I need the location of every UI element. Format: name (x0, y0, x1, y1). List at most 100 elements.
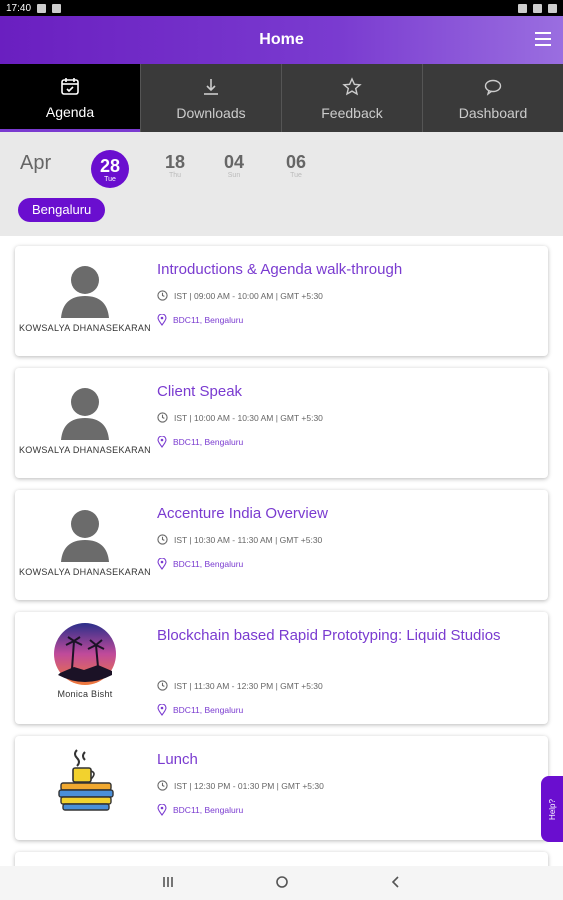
avatar-placeholder-icon (55, 260, 115, 320)
session-title[interactable]: Accenture India Overview (157, 502, 538, 525)
tab-label: Feedback (321, 105, 383, 121)
speaker-name: KOWSALYA DHANASEKARAN (18, 445, 151, 455)
session-location: BDC11, Bengaluru (157, 804, 243, 816)
speaker-panel: KOWSALYA DHANASEKARAN (15, 246, 155, 356)
session-time: IST | 09:00 AM - 10:00 AM | GMT +5:30 (157, 290, 323, 301)
session-title[interactable]: Introductions & Agenda walk-through (157, 258, 538, 281)
home-icon[interactable] (275, 875, 289, 892)
date-number: 06 (285, 152, 307, 172)
speaker-panel (15, 736, 155, 840)
session-location: BDC11, Bengaluru (157, 314, 243, 326)
session-time: IST | 10:30 AM - 11:30 AM | GMT +5:30 (157, 534, 322, 545)
session-title[interactable]: Client Speak (157, 380, 538, 403)
month-label: Apr (20, 152, 52, 174)
help-button[interactable]: Help? (541, 776, 563, 842)
avatar (54, 623, 116, 685)
date-item-04[interactable]: 04 Sun (215, 152, 253, 190)
tab-downloads[interactable]: Downloads (140, 64, 281, 132)
tab-dashboard[interactable]: Dashboard (422, 64, 563, 132)
date-number: 18 (164, 152, 186, 172)
clock-icon (157, 780, 168, 791)
date-number: 04 (223, 152, 245, 172)
signal-icon (533, 3, 542, 13)
location-pin-icon (157, 804, 167, 816)
tab-feedback[interactable]: Feedback (281, 64, 422, 132)
location-pin-icon (157, 558, 167, 570)
app-bar: Home (0, 16, 563, 64)
date-number: 28 (99, 155, 121, 176)
speaker-name: KOWSALYA DHANASEKARAN (18, 567, 151, 577)
tab-label: Dashboard (458, 105, 528, 121)
clock-icon (157, 290, 168, 301)
session-location-text: BDC11, Bengaluru (173, 705, 244, 715)
clock-icon (157, 412, 168, 423)
session-time-text: IST | 10:00 AM - 10:30 AM | GMT +5:30 (174, 412, 323, 423)
date-weekday: Tue (290, 172, 302, 179)
session-card[interactable]: KOWSALYA DHANASEKARAN Introductions & Ag… (15, 246, 548, 356)
clock-icon (157, 534, 168, 545)
date-item-18[interactable]: 18 Thu (156, 152, 194, 190)
session-card[interactable]: Monica Bisht Blockchain based Rapid Prot… (15, 612, 548, 724)
battery-icon (548, 3, 557, 13)
star-icon (342, 75, 362, 99)
system-nav-bar (0, 866, 563, 900)
session-time-text: IST | 10:30 AM - 11:30 AM | GMT +5:30 (174, 534, 323, 545)
session-location: BDC11, Bengaluru (157, 558, 243, 570)
session-card[interactable] (15, 852, 548, 866)
session-time-text: IST | 11:30 AM - 12:30 PM | GMT +5:30 (174, 680, 323, 691)
session-card[interactable]: KOWSALYA DHANASEKARAN Accenture India Ov… (15, 490, 548, 600)
date-weekday: Tue (104, 175, 116, 183)
recent-apps-icon[interactable] (161, 875, 175, 892)
session-list: KOWSALYA DHANASEKARAN Introductions & Ag… (0, 236, 563, 866)
session-location-text: BDC11, Bengaluru (173, 559, 244, 569)
session-title[interactable]: Blockchain based Rapid Prototyping: Liqu… (157, 624, 538, 647)
help-label: Help? (547, 798, 557, 820)
chat-icon (483, 75, 503, 99)
status-bar: 17:40 (0, 0, 563, 16)
notification-icon (37, 3, 47, 13)
session-time-text: IST | 12:30 PM - 01:30 PM | GMT +5:30 (174, 780, 324, 791)
menu-icon[interactable] (535, 32, 551, 46)
tab-label: Agenda (45, 103, 95, 120)
avatar-placeholder-icon (55, 382, 115, 442)
date-item-28[interactable]: 28 Tue (91, 150, 129, 188)
session-location-text: BDC11, Bengaluru (173, 805, 244, 815)
session-time: IST | 10:00 AM - 10:30 AM | GMT +5:30 (157, 412, 323, 423)
session-location: BDC11, Bengaluru (157, 436, 243, 448)
location-pin-icon (157, 314, 167, 326)
date-item-06[interactable]: 06 Tue (277, 152, 315, 190)
wifi-icon (518, 3, 527, 13)
session-location-text: BDC11, Bengaluru (173, 315, 244, 325)
back-icon[interactable] (389, 875, 403, 892)
speaker-name: KOWSALYA DHANASEKARAN (18, 323, 151, 333)
session-title[interactable]: Lunch (157, 748, 538, 771)
calendar-icon (60, 74, 80, 98)
tab-bar: Agenda Downloads Feedback Dashboard (0, 64, 563, 132)
date-weekday: Sun (227, 172, 241, 179)
page-title: Home (259, 31, 304, 48)
speaker-panel: Monica Bisht (15, 612, 155, 724)
session-location-text: BDC11, Bengaluru (173, 437, 244, 447)
location-chip[interactable]: Bengaluru (18, 198, 106, 222)
avatar-placeholder-icon (55, 504, 115, 564)
location-pin-icon (157, 704, 167, 716)
speaker-panel: KOWSALYA DHANASEKARAN (15, 490, 155, 600)
session-time-text: IST | 09:00 AM - 10:00 AM | GMT +5:30 (174, 290, 323, 301)
notification-icon (52, 3, 62, 13)
session-time: IST | 11:30 AM - 12:30 PM | GMT +5:30 (157, 680, 323, 691)
session-card[interactable]: Lunch IST | 12:30 PM - 01:30 PM | GMT +5… (15, 736, 548, 840)
session-card[interactable]: KOWSALYA DHANASEKARAN Client Speak IST |… (15, 368, 548, 478)
tab-agenda[interactable]: Agenda (0, 64, 140, 132)
session-location: BDC11, Bengaluru (157, 704, 243, 716)
coffee-books-icon (53, 746, 119, 812)
session-time: IST | 12:30 PM - 01:30 PM | GMT +5:30 (157, 780, 324, 791)
date-selector: Apr 28 Tue 18 Thu 04 Sun 06 Tue Bengalur… (0, 132, 563, 236)
speaker-name: Monica Bisht (57, 689, 113, 699)
date-weekday: Thu (168, 172, 182, 179)
status-time: 17:40 (6, 2, 32, 14)
clock-icon (157, 680, 168, 691)
tab-label: Downloads (176, 105, 246, 121)
location-pin-icon (157, 436, 167, 448)
speaker-panel: KOWSALYA DHANASEKARAN (15, 368, 155, 478)
download-icon (201, 75, 221, 99)
